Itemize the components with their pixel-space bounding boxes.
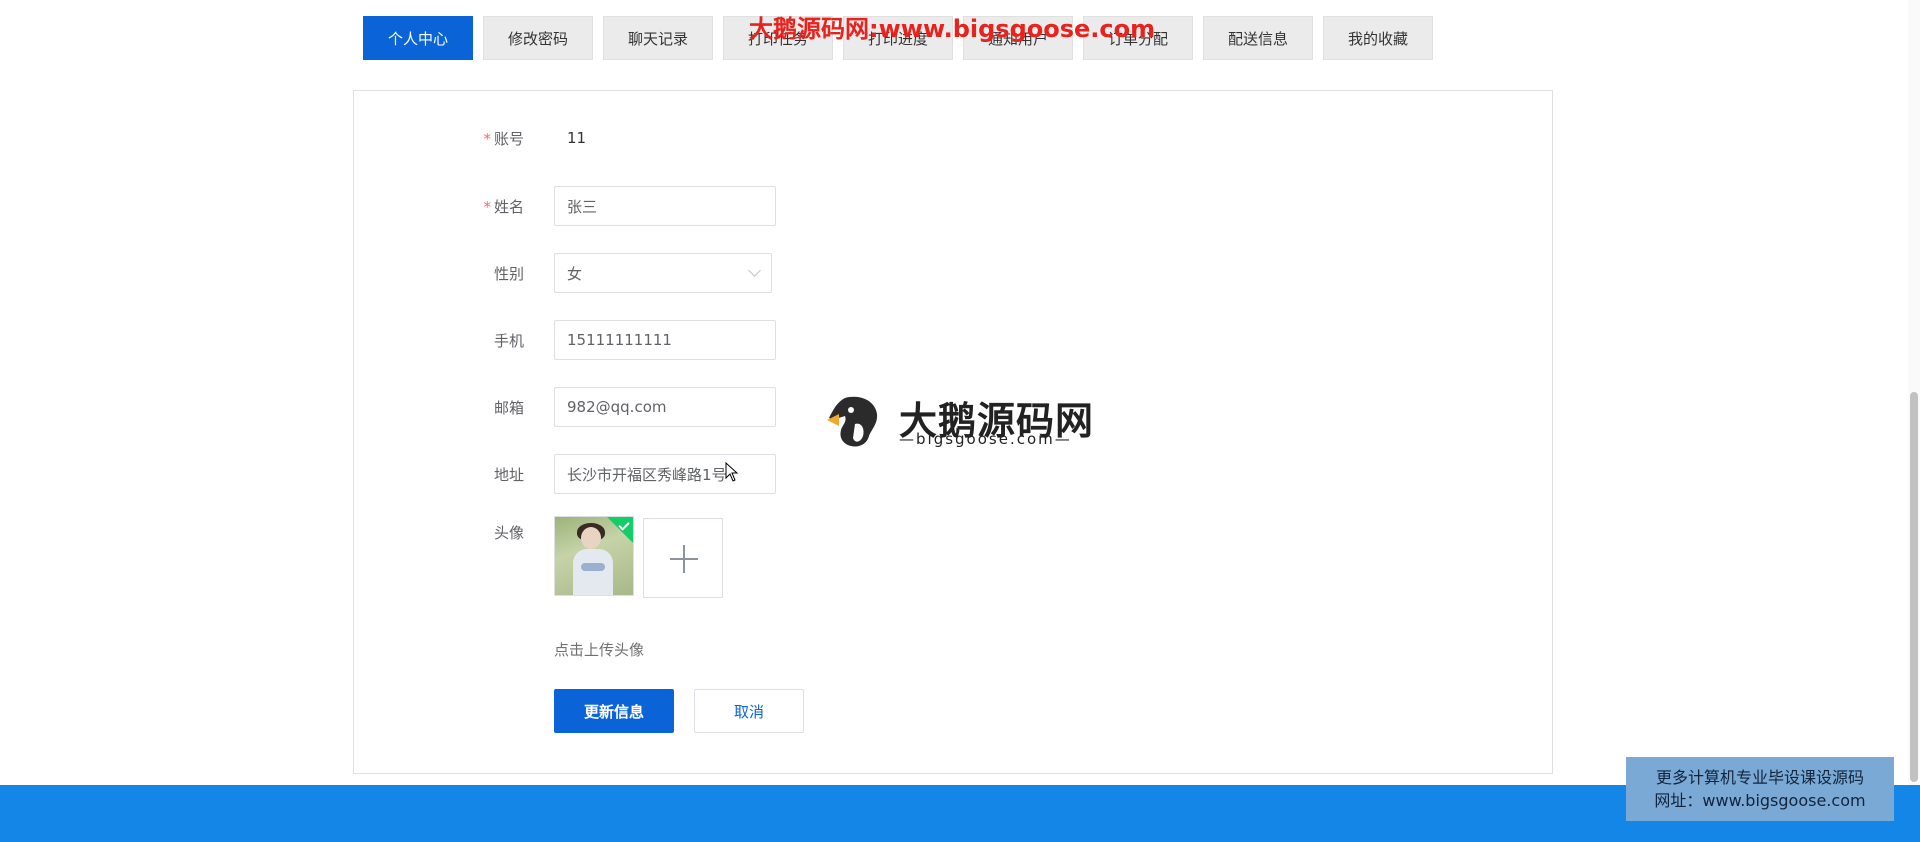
address-row: 地址 长沙市开福区秀峰路1号 [354,454,1552,494]
avatar-photo-face [581,527,601,549]
gender-row: 性别 女 [354,253,1552,293]
required-mark: * [483,129,491,148]
email-label: 邮箱 [493,398,524,417]
tab-change-password[interactable]: 修改密码 [483,16,593,60]
gender-select[interactable]: 女 [554,253,772,293]
tab-delivery-info[interactable]: 配送信息 [1203,16,1313,60]
watermark-center: 大鹅源码网 —bigsgoose.com— [825,390,1095,450]
tab-my-favorites[interactable]: 我的收藏 [1323,16,1433,60]
watermark-top: 大鹅源码网:www.bigsgoose.com [749,15,1156,43]
update-info-button[interactable]: 更新信息 [554,689,674,733]
name-label: * 姓名 [483,197,524,216]
name-input[interactable]: 张三 [554,186,776,226]
avatar-thumbnail[interactable] [554,516,634,596]
tab-chat-history[interactable]: 聊天记录 [603,16,713,60]
avatar-upload-button[interactable] [643,518,723,598]
vertical-scrollbar[interactable] [1908,0,1920,785]
gender-label: 性别 [493,264,524,283]
avatar-photo-bow [581,563,605,571]
account-label: * 账号 [483,129,524,148]
avatar-photo-body [573,549,613,595]
email-input[interactable]: 982@qq.com [554,387,776,427]
phone-label: 手机 [493,331,524,350]
plus-icon-vertical [683,545,685,573]
account-row: * 账号 11 [354,118,1552,158]
address-label: 地址 [493,465,524,484]
phone-input[interactable]: 15111111111 [554,320,776,360]
scrollbar-thumb[interactable] [1910,392,1918,782]
gender-select-value: 女 [567,264,583,283]
avatar-upload-tip: 点击上传头像 [554,641,645,659]
promo-banner[interactable]: 更多计算机专业毕设课设源码 网址：www.bigsgoose.com [1626,757,1894,821]
watermark-center-subtitle: —bigsgoose.com— [899,430,1072,448]
required-mark: * [483,197,491,216]
chevron-down-icon [748,264,761,277]
promo-line-2: 网址：www.bigsgoose.com [1654,791,1866,810]
goose-logo-icon [827,396,878,447]
avatar-label: 头像 [493,524,524,542]
name-row: * 姓名 张三 [354,186,1552,226]
mouse-cursor-icon [725,462,739,482]
promo-line-1: 更多计算机专业毕设课设源码 [1655,768,1864,787]
account-value: 11 [567,129,587,147]
tab-personal-center[interactable]: 个人中心 [363,16,473,60]
phone-row: 手机 15111111111 [354,320,1552,360]
cancel-button[interactable]: 取消 [694,689,804,733]
upload-success-badge [603,517,633,546]
address-input[interactable]: 长沙市开福区秀峰路1号 [554,454,776,494]
